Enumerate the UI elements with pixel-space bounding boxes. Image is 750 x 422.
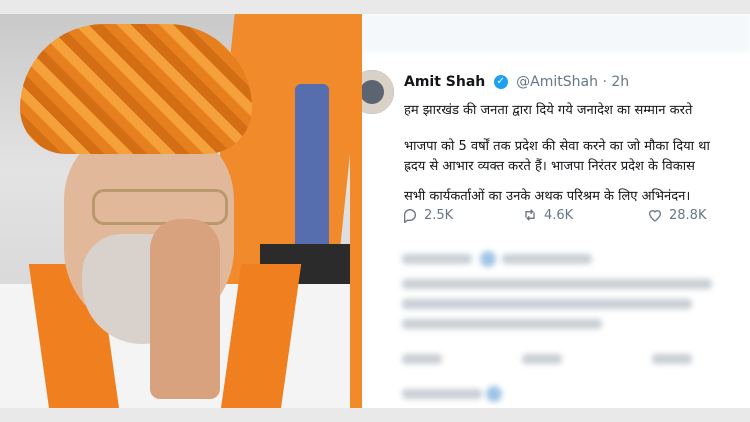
like-button[interactable]: 28.8K [647,207,706,223]
tweet-line: हम झारखंड की जनता द्वारा दिये गये जनादेश… [404,103,693,118]
tweet-header: Amit Shah ✓ @AmitShah · 2h [404,74,630,90]
reply-icon [404,208,417,223]
tweet-timestamp[interactable]: 2h [611,74,629,90]
blurred-topbar [362,14,750,52]
reply-button[interactable]: 2.5K [402,207,453,223]
tweet-screenshot: Amit Shah ✓ @AmitShah · 2h हम झारखंड की … [362,14,750,408]
retweet-icon [525,209,535,221]
author-handle[interactable]: @AmitShah [516,74,598,90]
retweet-count: 4.6K [544,207,574,223]
like-icon [648,210,662,222]
orange-divider [350,14,362,408]
verified-badge-icon: ✓ [493,75,508,89]
tweet-actions: 2.5K 4.6K 28.8K [402,207,742,229]
like-count: 28.8K [669,207,707,223]
tweet-line: सभी कार्यकर्ताओं का उनके अथक परिश्रम के … [404,189,691,204]
tweet-line: ह्रदय से आभार व्यक्त करते हैं। भाजपा निर… [404,159,695,174]
politician-photo [0,14,350,408]
avatar[interactable] [362,70,394,114]
tweet-line: भाजपा को 5 वर्षों तक प्रदेश की सेवा करने… [404,139,710,154]
blurred-replies [362,239,750,408]
image-frame: Amit Shah ✓ @AmitShah · 2h हम झारखंड की … [0,14,750,408]
author-name[interactable]: Amit Shah [404,74,485,90]
retweet-button[interactable]: 4.6K [522,207,573,223]
reply-count: 2.5K [424,207,454,223]
